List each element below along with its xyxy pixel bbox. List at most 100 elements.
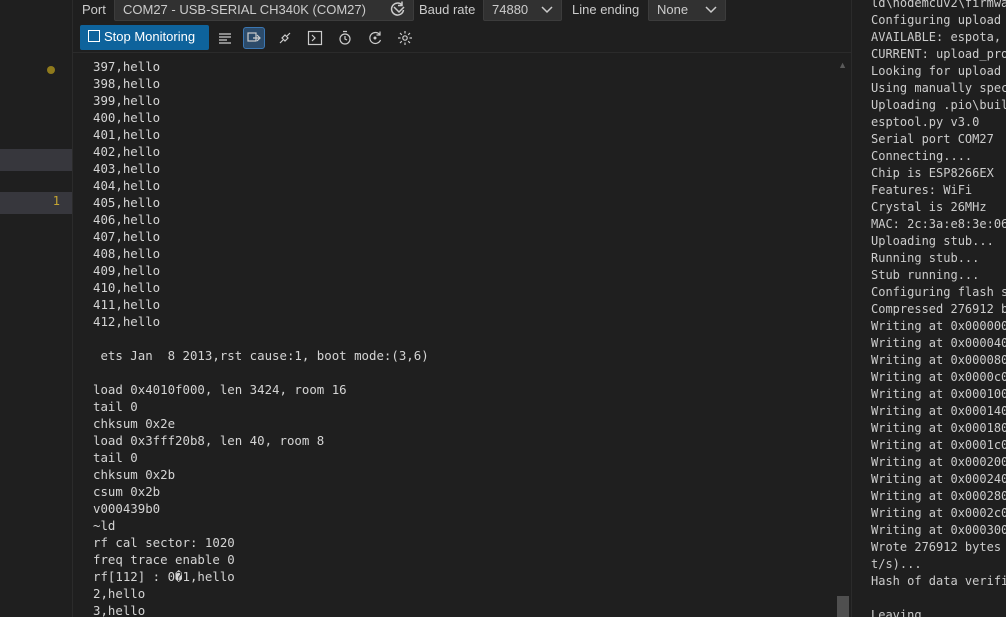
gear-icon[interactable] [394, 27, 416, 49]
terminal-line: Stub running... [871, 268, 980, 282]
terminal-line: Writing at 0x000040 [871, 336, 1006, 350]
monitor-settings-bar: Port COM27 - USB-SERIAL CH340K (COM27) B… [73, 0, 851, 22]
output-line: 404,hello [93, 178, 161, 193]
terminal-line: Crystal is 26MHz [871, 200, 987, 214]
modified-dot-icon [47, 66, 55, 74]
terminal-line: Writing at 0x000240 [871, 472, 1006, 486]
refresh-icon[interactable] [389, 0, 407, 18]
stop-square-icon [88, 30, 100, 42]
stop-monitoring-label: Stop Monitoring [104, 29, 196, 44]
terminal-output[interactable]: ld\nodemcuv2\firmwa Configuring upload AVA… [871, 0, 1006, 617]
line-ending-value: None [657, 2, 689, 17]
output-line: 398,hello [93, 76, 161, 91]
terminal-line: Features: WiFi [871, 183, 973, 197]
terminal-line: Writing at 0x000200 [871, 455, 1006, 469]
list-icon[interactable] [214, 27, 236, 49]
terminal-line: Writing at 0x000140 [871, 404, 1006, 418]
terminal-line: Hash of data verifi [871, 574, 1006, 588]
terminal-line: Writing at 0x0001c0 [871, 438, 1006, 452]
stop-monitoring-button[interactable]: Stop Monitoring [80, 25, 209, 50]
terminal-line: Wrote 276912 bytes [871, 540, 1002, 554]
terminal-line: Writing at 0x0002c0 [871, 506, 1006, 520]
output-line: chksum 0x2b [93, 467, 176, 482]
port-value: COM27 - USB-SERIAL CH340K (COM27) [123, 2, 366, 17]
output-line: v000439b0 [93, 501, 161, 516]
output-line: 412,hello [93, 314, 161, 329]
output-line: ets Jan 8 2013,rst cause:1, boot mode:(3… [93, 348, 429, 363]
output-line: 411,hello [93, 297, 161, 312]
output-line: tail 0 [93, 450, 138, 465]
terminal-line: Writing at 0x000180 [871, 421, 1006, 435]
output-line: rf cal sector: 1020 [93, 535, 235, 550]
output-line: 397,hello [93, 59, 161, 74]
output-line: 408,hello [93, 246, 161, 261]
gutter-highlight [0, 149, 72, 171]
terminal-line: Running stub... [871, 251, 980, 265]
output-line: tail 0 [93, 399, 138, 414]
output-line: 409,hello [93, 263, 161, 278]
terminal-line: Chip is ESP8266EX [871, 166, 994, 180]
output-line: 407,hello [93, 229, 161, 244]
output-line: 3,hello [93, 603, 146, 617]
terminal-line: Using manually speci [871, 81, 1006, 95]
baud-label: Baud rate [419, 2, 476, 17]
output-line: load 0x4010f000, len 3424, room 16 [93, 382, 347, 397]
terminal-panel: ld\nodemcuv2\firmwa Configuring upload AVA… [851, 0, 1006, 617]
port-select[interactable]: COM27 - USB-SERIAL CH340K (COM27) [114, 0, 414, 21]
terminal-line: Compressed 276912 by [871, 302, 1006, 316]
terminal-line: CURRENT: upload_prot [871, 47, 1006, 61]
output-line: load 0x3fff20b8, len 40, room 8 [93, 433, 325, 448]
terminal-line: Writing at 0x000280 [871, 489, 1006, 503]
terminal-line: Leaving... [871, 608, 944, 617]
serial-monitor-panel: Port COM27 - USB-SERIAL CH340K (COM27) B… [72, 0, 851, 617]
serial-output[interactable]: 397,hello 398,hello 399,hello 400,hello 401,… [93, 58, 833, 617]
terminal-line: Configuring upload [871, 13, 1002, 27]
output-line: rf[112] : 0�1,hello [93, 569, 235, 584]
port-label: Port [82, 2, 106, 17]
terminal-line: Writing at 0x0000c0 [871, 370, 1006, 384]
terminal-line: Connecting.... [871, 149, 973, 163]
editor-gutter: 1 [0, 0, 72, 617]
line-number: 1 [52, 194, 60, 208]
terminal-line: AVAILABLE: espota, e [871, 30, 1006, 44]
scrollbar-thumb[interactable] [837, 596, 849, 617]
output-line: chksum 0x2e [93, 416, 176, 431]
terminal-line: Serial port COM27 [871, 132, 994, 146]
output-line: csum 0x2b [93, 484, 161, 499]
terminal-line: t/s)... [871, 557, 922, 571]
terminal-line: MAC: 2c:3a:e8:3e:06 [871, 217, 1006, 231]
line-ending-label: Line ending [572, 2, 640, 17]
output-line: 399,hello [93, 93, 161, 108]
watch-icon[interactable] [334, 27, 356, 49]
plug-icon[interactable] [274, 27, 296, 49]
output-line: 400,hello [93, 110, 161, 125]
output-line: 403,hello [93, 161, 161, 176]
output-line: 405,hello [93, 195, 161, 210]
output-line: ~ld [93, 518, 116, 533]
terminal-line: Looking for upload p [871, 64, 1006, 78]
output-line: freq trace enable 0 [93, 552, 235, 567]
chevron-down-icon [705, 6, 717, 14]
terminal-line: Writing at 0x000300 [871, 523, 1006, 537]
gutter-highlight-current [0, 192, 72, 214]
monitor-actions-bar: Stop Monitoring [73, 25, 851, 53]
scroll-up-icon[interactable]: ▲ [838, 60, 847, 70]
output-line: 401,hello [93, 127, 161, 142]
terminal-line: Writing at 0x000100 [871, 387, 1006, 401]
line-ending-select[interactable]: None [648, 0, 726, 21]
baud-select[interactable]: 74880 [483, 0, 562, 21]
terminal-line: esptool.py v3.0 [871, 115, 980, 129]
reconnect-icon[interactable] [364, 27, 386, 49]
terminal-line: Uploading .pio\buil [871, 98, 1006, 112]
output-line: 402,hello [93, 144, 161, 159]
terminal-line: Writing at 0x000080 [871, 353, 1006, 367]
chevron-down-icon [541, 6, 553, 14]
terminal-icon[interactable] [304, 27, 326, 49]
output-line: 410,hello [93, 280, 161, 295]
baud-value: 74880 [492, 2, 529, 17]
terminal-line: Writing at 0x000000 [871, 319, 1006, 333]
terminal-line: Uploading stub... [871, 234, 994, 248]
toggle-timestamp-icon[interactable] [243, 27, 265, 49]
